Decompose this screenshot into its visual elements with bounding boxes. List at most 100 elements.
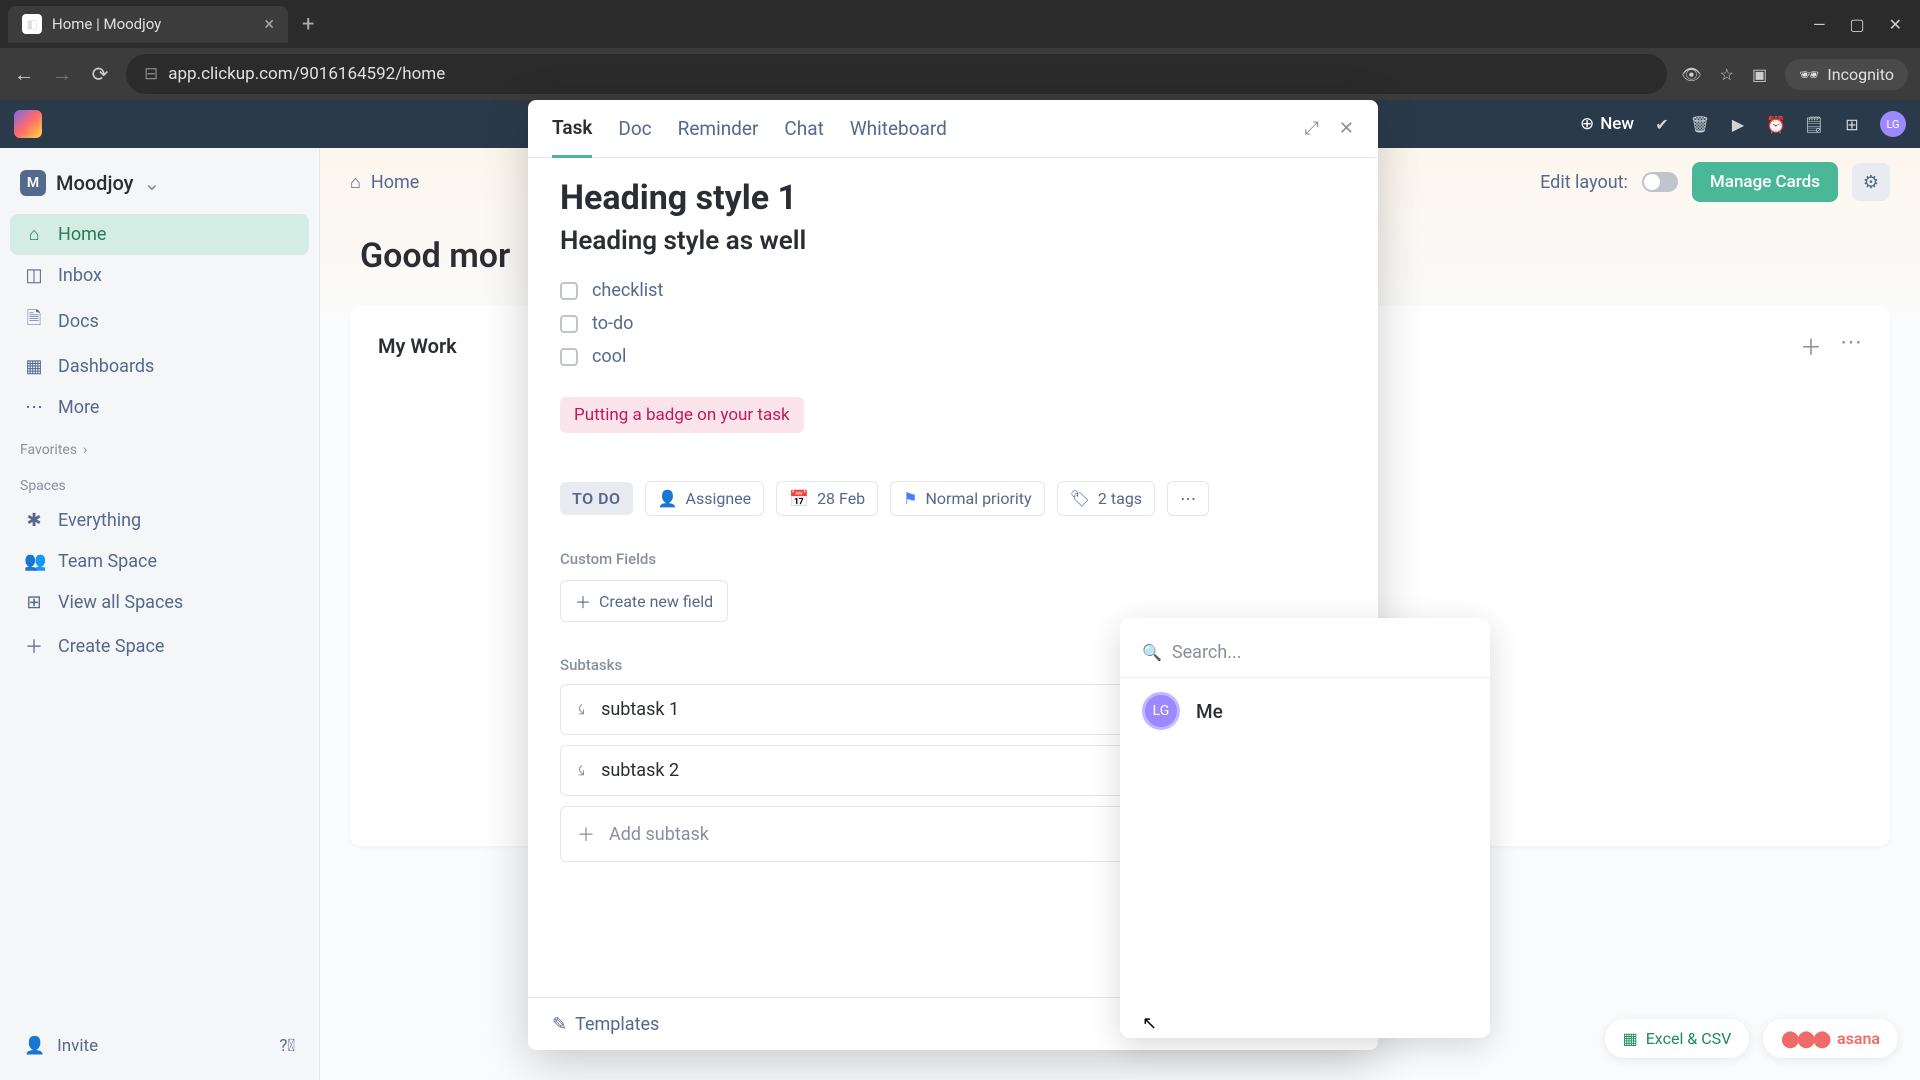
user-avatar[interactable]: LG: [1880, 111, 1906, 137]
help-icon[interactable]: ?⃝: [279, 1036, 295, 1056]
date-label: 28 Feb: [817, 489, 865, 508]
plus-circle-icon: ⊕: [1580, 114, 1594, 134]
invite-label: Invite: [57, 1036, 98, 1056]
edit-layout-toggle[interactable]: [1642, 172, 1678, 192]
favorites-label: Favorites: [20, 442, 77, 458]
notepad-icon[interactable]: 🗒: [1804, 114, 1824, 134]
workspace-badge: M: [20, 170, 46, 196]
nav-label: View all Spaces: [58, 592, 183, 613]
templates-button[interactable]: ✎ Templates: [552, 1014, 659, 1035]
templates-label: Templates: [575, 1014, 659, 1035]
apps-grid-icon[interactable]: ⊞: [1842, 114, 1862, 134]
checklist-item[interactable]: to-do: [560, 307, 1346, 340]
subtask-title: subtask 2: [601, 760, 679, 781]
everything-icon: ✱: [24, 510, 44, 531]
tab-favicon-icon: ◧: [22, 14, 42, 34]
sidebar-item-more[interactable]: ⋯More: [10, 387, 309, 428]
expand-icon[interactable]: ⤢: [1305, 118, 1319, 139]
alarm-icon[interactable]: ⏰: [1766, 114, 1786, 134]
assignee-search-input[interactable]: [1172, 642, 1468, 663]
heading-1[interactable]: Heading style 1: [560, 178, 1346, 218]
tab-chat[interactable]: Chat: [784, 101, 823, 156]
tags-label: 2 tags: [1098, 489, 1142, 508]
priority-pill[interactable]: ⚑Normal priority: [890, 481, 1044, 516]
sidebar-item-home[interactable]: ⌂Home: [10, 214, 309, 255]
checklist-item[interactable]: cool: [560, 340, 1346, 373]
trash-icon[interactable]: 🗑: [1690, 114, 1710, 134]
assignee-option-me[interactable]: LG Me: [1120, 678, 1490, 744]
sidebar-item-dashboards[interactable]: ▦Dashboards: [10, 346, 309, 387]
asana-icon: ⬤⬤⬤: [1781, 1029, 1829, 1048]
video-icon[interactable]: ▶: [1728, 114, 1748, 134]
new-tab-button[interactable]: +: [292, 12, 324, 37]
tab-task[interactable]: Task: [552, 100, 592, 158]
nav-label: Team Space: [58, 551, 157, 572]
more-icon[interactable]: ⋯: [1840, 330, 1862, 362]
url-bar-row: ← → ⟳ ⊟ app.clickup.com/9016164592/home …: [0, 48, 1920, 100]
checkbox-icon[interactable]: [560, 282, 578, 300]
add-icon[interactable]: ＋: [1800, 330, 1822, 362]
workspace-name: Moodjoy: [56, 171, 133, 195]
assignee-pill[interactable]: 👤Assignee: [645, 481, 765, 516]
close-modal-icon[interactable]: ✕: [1339, 118, 1354, 139]
checkbox-icon[interactable]: [560, 348, 578, 366]
active-tab[interactable]: ◧ Home | Moodjoy ×: [8, 6, 288, 43]
sidebar-item-docs[interactable]: 🗎Docs: [10, 296, 309, 346]
tab-whiteboard[interactable]: Whiteboard: [850, 101, 947, 156]
inbox-icon: ◫: [24, 265, 44, 286]
bookmark-icon[interactable]: ☆: [1720, 65, 1734, 84]
more-icon: ⋯: [24, 397, 44, 418]
sidebar-item-view-all-spaces[interactable]: ⊞ View all Spaces: [10, 582, 309, 623]
create-field-button[interactable]: ＋Create new field: [560, 580, 728, 622]
incognito-label: Incognito: [1827, 65, 1894, 84]
checklist-item[interactable]: checklist: [560, 274, 1346, 307]
sidebar-item-everything[interactable]: ✱Everything: [10, 500, 309, 541]
date-pill[interactable]: 📅28 Feb: [776, 481, 878, 516]
site-info-icon[interactable]: ⊟: [144, 64, 158, 84]
wand-icon: ✎: [552, 1014, 567, 1035]
heading-2[interactable]: Heading style as well: [560, 226, 1346, 256]
maximize-icon[interactable]: ▢: [1849, 15, 1864, 34]
spreadsheet-icon: ▦: [1623, 1029, 1638, 1048]
workspace-selector[interactable]: M Moodjoy ⌄: [10, 162, 309, 204]
sidebar-item-team-space[interactable]: 👥Team Space: [10, 541, 309, 582]
grid-icon: ⊞: [24, 592, 44, 613]
add-subtask-label: Add subtask: [609, 824, 709, 845]
favorites-section[interactable]: Favorites›: [10, 428, 309, 464]
plus-icon: ＋: [577, 821, 595, 847]
sidebar-item-inbox[interactable]: ◫Inbox: [10, 255, 309, 296]
checkbox-icon[interactable]: [560, 315, 578, 333]
status-pill[interactable]: TO DO: [560, 482, 633, 515]
asana-badge[interactable]: ⬤⬤⬤asana: [1763, 1019, 1898, 1058]
app-logo-icon[interactable]: [14, 110, 42, 138]
reload-icon[interactable]: ⟳: [88, 62, 112, 86]
minimize-icon[interactable]: —: [1813, 15, 1826, 34]
sidebar-item-create-space[interactable]: ＋Create Space: [10, 623, 309, 669]
url-field[interactable]: ⊟ app.clickup.com/9016164592/home: [126, 54, 1667, 94]
edit-layout-label: Edit layout:: [1540, 172, 1628, 193]
settings-button[interactable]: ⚙: [1852, 163, 1890, 201]
manage-cards-button[interactable]: Manage Cards: [1692, 162, 1838, 202]
close-tab-icon[interactable]: ×: [264, 14, 274, 35]
new-button[interactable]: ⊕ New: [1580, 114, 1634, 134]
checkmark-icon[interactable]: ✔: [1652, 114, 1672, 134]
tags-pill[interactable]: 🏷2 tags: [1057, 481, 1155, 516]
subtask-title: subtask 1: [601, 699, 679, 720]
panel-icon[interactable]: ▣: [1752, 65, 1767, 84]
breadcrumb[interactable]: ⌂Home: [350, 172, 419, 193]
tab-title: Home | Moodjoy: [52, 15, 161, 33]
back-icon[interactable]: ←: [12, 62, 36, 87]
more-options-pill[interactable]: ⋯: [1167, 481, 1209, 516]
forward-icon[interactable]: →: [50, 62, 74, 87]
subtask-icon: ⤷: [571, 760, 593, 782]
invite-button[interactable]: 👤Invite: [24, 1036, 98, 1056]
assignee-name: Me: [1196, 700, 1223, 723]
incognito-badge[interactable]: 🕶 Incognito: [1785, 59, 1908, 90]
eye-off-icon[interactable]: 👁: [1681, 65, 1701, 84]
excel-label: Excel & CSV: [1646, 1029, 1732, 1048]
task-badge[interactable]: Putting a badge on your task: [560, 397, 804, 433]
tab-doc[interactable]: Doc: [618, 101, 651, 156]
tab-reminder[interactable]: Reminder: [678, 101, 759, 156]
close-window-icon[interactable]: ✕: [1889, 15, 1902, 34]
excel-csv-badge[interactable]: ▦ Excel & CSV: [1605, 1019, 1750, 1058]
